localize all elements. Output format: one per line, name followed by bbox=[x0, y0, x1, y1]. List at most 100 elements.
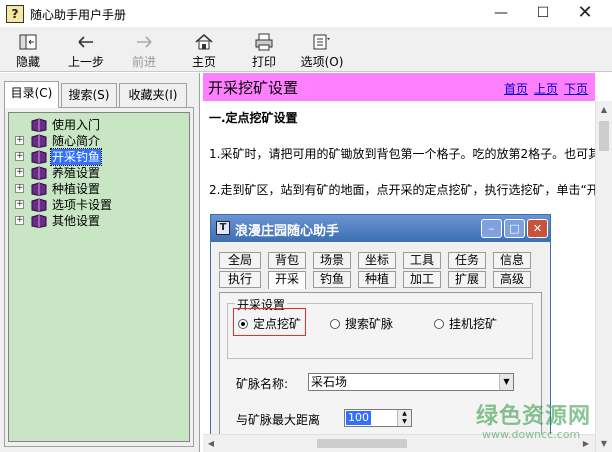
chevron-down-icon: ▼ bbox=[499, 374, 513, 390]
book-icon bbox=[31, 182, 47, 196]
dialog-tab: 高级 bbox=[493, 271, 531, 288]
options-icon bbox=[313, 34, 330, 50]
dialog-tab: 坐标 bbox=[358, 252, 396, 269]
tree-item-label: 种植设置 bbox=[52, 182, 101, 196]
tree-item-label: 其他设置 bbox=[52, 214, 101, 228]
tree-item[interactable]: 使用入门 bbox=[9, 117, 191, 133]
first-page-link[interactable]: 首页 bbox=[504, 80, 528, 97]
toolbar: 隐藏 上一步 前进 主页 打印 选项(O) bbox=[0, 28, 612, 72]
dialog-tab: 背包 bbox=[268, 252, 306, 269]
vertical-scrollbar[interactable]: ▲ ▼ bbox=[595, 101, 612, 452]
dialog-tab: 加工 bbox=[403, 271, 441, 288]
hide-label: 隐藏 bbox=[15, 55, 40, 69]
spinner-arrows-icon: ▲ ▼ bbox=[397, 410, 411, 426]
expand-plus-icon[interactable]: + bbox=[15, 136, 24, 145]
home-button[interactable]: 主页 bbox=[184, 30, 224, 70]
radio-fixed-mining: 定点挖矿 bbox=[238, 315, 301, 332]
hide-button[interactable]: 隐藏 bbox=[8, 30, 48, 70]
navigation-pane: 目录(C) 搜索(S) 收藏夹(I) 使用入门 + 随心简介 + 开采钓鱼 + 养殖设置 + 种… bbox=[0, 73, 200, 452]
dialog-tab: 场景 bbox=[313, 252, 351, 269]
dialog-tab: 钓鱼 bbox=[313, 271, 351, 288]
contents-tree: 使用入门 + 随心简介 + 开采钓鱼 + 养殖设置 + 种植设置 + 选项卡设置 + 其他设置 bbox=[8, 112, 190, 442]
tree-item-label: 养殖设置 bbox=[52, 166, 101, 180]
scroll-down-icon[interactable]: ▼ bbox=[596, 435, 612, 452]
book-icon bbox=[31, 214, 47, 228]
book-icon bbox=[31, 134, 47, 148]
horizontal-scroll-thumb[interactable] bbox=[317, 439, 407, 448]
window-title: 随心助手用户手册 bbox=[30, 8, 127, 22]
max-distance-spinner: 100 ▲ ▼ bbox=[344, 409, 412, 427]
mining-settings-group: 开采设置 定点挖矿 搜索矿脉 挂机挖矿 bbox=[227, 296, 533, 359]
tree-item[interactable]: + 开采钓鱼 bbox=[9, 148, 191, 166]
help-book-icon: ? bbox=[6, 5, 24, 23]
tree-item-label: 随心简介 bbox=[52, 134, 101, 148]
dialog-title: 浪漫庄园随心助手 bbox=[235, 224, 340, 239]
tab-favorites[interactable]: 收藏夹(I) bbox=[119, 83, 187, 107]
tree-item[interactable]: + 养殖设置 bbox=[9, 165, 191, 181]
maximize-button[interactable]: ☐ bbox=[528, 3, 558, 25]
tab-contents[interactable]: 目录(C) bbox=[4, 81, 59, 108]
radio-search-vein: 搜索矿脉 bbox=[330, 315, 393, 332]
paragraph-2: 2.走到矿区，站到有矿的地面，点开采的定点挖矿，执行选挖矿，单击“开 bbox=[209, 183, 595, 197]
tab-search[interactable]: 搜索(S) bbox=[61, 83, 117, 107]
dialog-tab: 工具 bbox=[403, 252, 441, 269]
book-icon bbox=[31, 198, 47, 212]
radio-idle-mining-label: 挂机挖矿 bbox=[449, 317, 498, 331]
dialog-app-icon: T bbox=[216, 221, 230, 235]
watermark-main: 绿色资源网 bbox=[476, 404, 592, 429]
next-page-link[interactable]: 下页 bbox=[564, 80, 588, 97]
radio-search-vein-label: 搜索矿脉 bbox=[345, 317, 394, 331]
book-icon bbox=[31, 166, 47, 180]
vertical-scroll-thumb[interactable] bbox=[599, 121, 609, 151]
back-label: 上一步 bbox=[67, 55, 104, 69]
topic-header: 开采挖矿设置 首页 上页 下页 bbox=[203, 73, 595, 101]
vein-name-label: 矿脉名称: bbox=[236, 377, 289, 391]
options-label: 选项(O) bbox=[300, 55, 344, 69]
dialog-tab: 执行 bbox=[219, 271, 261, 288]
max-distance-value: 100 bbox=[346, 411, 371, 425]
title-bar: ? 随心助手用户手册 — ☐ ✕ bbox=[0, 0, 612, 28]
dialog-tab: 开采 bbox=[268, 271, 306, 289]
book-icon bbox=[31, 118, 47, 132]
home-icon bbox=[195, 34, 213, 50]
arrow-right-icon bbox=[137, 36, 152, 48]
scroll-up-icon[interactable]: ▲ bbox=[596, 101, 612, 118]
dialog-title-bar: T 浪漫庄园随心助手 – □ ✕ bbox=[211, 215, 550, 242]
radio-fixed-mining-label: 定点挖矿 bbox=[253, 317, 302, 331]
options-button[interactable]: 选项(O) bbox=[298, 30, 346, 70]
dialog-minimize-icon: – bbox=[481, 219, 502, 238]
tree-item-label: 使用入门 bbox=[52, 118, 101, 132]
book-icon bbox=[31, 150, 47, 164]
expand-plus-icon[interactable]: + bbox=[15, 152, 24, 161]
scroll-left-icon[interactable]: ◀ bbox=[203, 435, 219, 452]
dialog-tab: 任务 bbox=[448, 252, 486, 269]
expand-plus-icon[interactable]: + bbox=[15, 200, 24, 209]
print-label: 打印 bbox=[251, 55, 276, 69]
back-button[interactable]: 上一步 bbox=[62, 30, 110, 70]
watermark-url: www.downcc.com bbox=[482, 428, 581, 441]
tree-item[interactable]: + 其他设置 bbox=[9, 213, 191, 229]
tree-item[interactable]: + 种植设置 bbox=[9, 181, 191, 197]
tree-item[interactable]: + 随心简介 bbox=[9, 133, 191, 149]
watermark: 绿色资源网 www.downcc.com bbox=[476, 398, 591, 441]
prev-page-link[interactable]: 上页 bbox=[534, 80, 558, 97]
expand-plus-icon[interactable]: + bbox=[15, 184, 24, 193]
expand-plus-icon[interactable]: + bbox=[15, 216, 24, 225]
dialog-tab: 信息 bbox=[493, 252, 531, 269]
dialog-tab: 种植 bbox=[358, 271, 396, 288]
printer-icon bbox=[255, 33, 273, 51]
dialog-maximize-icon: □ bbox=[504, 219, 525, 238]
expand-plus-icon[interactable]: + bbox=[15, 168, 24, 177]
dialog-tab: 扩展 bbox=[448, 271, 486, 288]
close-button[interactable]: ✕ bbox=[570, 3, 600, 25]
home-label: 主页 bbox=[191, 55, 216, 69]
minimize-button[interactable]: — bbox=[486, 3, 516, 25]
topic-pane: 开采挖矿设置 首页 上页 下页 ▲ ▼ 一.定点挖矿设置 1.采矿时，请把可用的… bbox=[203, 73, 612, 452]
section-heading: 一.定点挖矿设置 bbox=[209, 111, 298, 125]
max-distance-label: 与矿脉最大距离 bbox=[236, 413, 321, 427]
print-button[interactable]: 打印 bbox=[244, 30, 284, 70]
tree-item[interactable]: + 选项卡设置 bbox=[9, 197, 191, 213]
topic-content: 一.定点挖矿设置 1.采矿时，请把可用的矿锄放到背包第一个格子。吃的放第2格子。… bbox=[203, 101, 595, 437]
tree-item-label: 开采钓鱼 bbox=[49, 148, 103, 166]
forward-button[interactable]: 前进 bbox=[124, 30, 164, 70]
